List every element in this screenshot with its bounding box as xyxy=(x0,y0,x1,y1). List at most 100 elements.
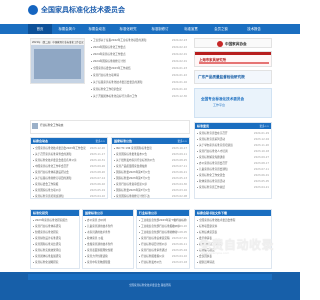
more-link[interactable]: 更多>> xyxy=(259,124,269,128)
banner-committee-platform[interactable]: 全国专业标准化技术委员会 工作平台 xyxy=(194,88,272,118)
list-item[interactable]: 家具国际标准对比研究 xyxy=(33,242,77,247)
slider-image[interactable]: 2021年（第二届）中国家具行业标准化工作会议 xyxy=(30,38,85,84)
slider-caption[interactable]: 2021年（第二届）中国家具行业标准化工作会议 xyxy=(31,39,84,45)
association-logo-icon xyxy=(217,41,223,47)
list-item[interactable]: 行业标准报批稿公示 2023-04-10 xyxy=(139,254,187,259)
list-item[interactable]: 2023年家具标准化研究报告 xyxy=(33,218,77,223)
list-item[interactable]: 家具标准宣贯工作总结 2023-04-21 xyxy=(197,185,269,190)
list-item[interactable]: 家具行业标准立项申请 2024-01-22 xyxy=(91,73,187,78)
list-item[interactable]: 家具绿色设计标准研究 xyxy=(33,236,77,241)
list-item[interactable]: 行业标准发布公告 2023-03-18 xyxy=(139,260,187,265)
panel-title: 国家标准公告 xyxy=(114,139,133,143)
list-item[interactable]: 软体家具标准宣贯活动 2023-05-05 xyxy=(197,179,269,184)
list-item[interactable]: 家具行业标准复审结论公示 2023-04-30 xyxy=(114,182,187,187)
list-item[interactable]: 标准项目建议书 xyxy=(197,224,269,229)
list-item[interactable]: 儿童家具标准宣贯会通知 2023-07-11 xyxy=(197,167,269,172)
list-item[interactable]: 家具力学性能试验 xyxy=(85,254,131,259)
panel-promotion: 标准宣贯 更多>> 家具标准宣贯会在京召开 2024-01-29 家具标准宣贯系列活… xyxy=(194,122,272,199)
more-link[interactable]: 更多>> xyxy=(95,139,105,143)
list-item[interactable]: 关于征集家具标准化技术委员会委员的通知 2024-01-16 xyxy=(91,80,187,85)
list-item[interactable]: 2024年家具标准化工作要点 2024-02-01 xyxy=(91,52,187,57)
list-item[interactable]: 关于开展团体标准化良好行为评价工作 2023-12-30 xyxy=(91,94,187,99)
list-item[interactable]: 软体家具 沙发 xyxy=(85,236,131,241)
list-item[interactable]: 行业标准项目计划公示 2023-06-11 xyxy=(139,242,187,247)
list-item[interactable]: 关于征集标准制修订项目的通知 2023-07-14 xyxy=(33,176,105,181)
nav-item-standards[interactable]: 标准制修订 xyxy=(144,24,176,34)
list-item[interactable]: 工业和信息化部行业标准报批公示 2023-09-20 xyxy=(139,224,187,229)
list-item[interactable]: 观察员申请表 xyxy=(197,260,269,265)
panel-notice: 标委会动态 更多>> 全国家具标准化技术委员会2023年工作会议 2023-12-2… xyxy=(30,137,108,199)
slider-photo xyxy=(34,49,81,79)
list-item[interactable]: 家具国家标准立项公示 2023-05-19 xyxy=(33,188,105,193)
panel-research: 标准化研究 2023年家具标准化研究报告 家具行业标准体系研究 智能家具标准化研… xyxy=(30,209,80,269)
list-item[interactable]: 家具标准化技术委员会委员名单公示 2023-10-31 xyxy=(33,158,105,163)
list-item[interactable]: 国家标准委2023年第3号公告 2023-03-16 xyxy=(114,188,187,193)
news-list: 工信部关于征集2022年工业标准化项目的通知 2024-02-23 2024年国家… xyxy=(89,38,189,118)
list-item[interactable]: 办公家具标准宣贯会召开 2023-08-17 xyxy=(197,161,269,166)
list-item[interactable]: 家具国家标准批准发布公告 2023-09-11 xyxy=(114,152,187,157)
watermark-subtext: www.example.com xyxy=(201,251,230,255)
list-item[interactable]: 家具国家标准制修订计划下达 2023-02-08 xyxy=(114,194,187,199)
list-item[interactable]: 家具标准化工作培训会议 2024-01-10 xyxy=(91,87,187,92)
list-item[interactable]: 家具团体标准发展研究 xyxy=(33,254,77,259)
list-item[interactable]: 家具标准宣贯会在京召开 2024-01-29 xyxy=(197,131,269,136)
nav-item-home[interactable]: 首页 xyxy=(28,24,52,34)
nav-item-promotion[interactable]: 标准宣贯 xyxy=(176,24,206,34)
list-item[interactable]: 家具行业标准体系研究 xyxy=(33,224,77,229)
list-item[interactable]: 金属家具通用技术条件 xyxy=(85,242,131,247)
list-item[interactable]: 智能家具标准化研究 xyxy=(33,230,77,235)
more-link[interactable]: 更多>> xyxy=(177,139,187,143)
list-item[interactable]: 家具行业标准体系建设研讨会 2023-08-20 xyxy=(33,170,105,175)
list-item[interactable]: 家具标准实施效果评估 xyxy=(33,248,77,253)
list-item[interactable]: 国家标准委2023年第8号公告 2023-06-21 xyxy=(114,170,187,175)
nav-item-reports[interactable]: 技术报告 xyxy=(236,24,272,34)
list-item[interactable]: 工业和信息化部2023年第一批行业标准 2023-10-10 xyxy=(139,218,187,223)
nav-item-members[interactable]: 会员之窗 xyxy=(206,24,236,34)
list-item[interactable]: 关于批准发布家具行业标准的公告 2023-08-25 xyxy=(114,158,187,163)
list-item[interactable]: 家具标准宣贯培训班通知 2023-04-10 xyxy=(33,194,105,199)
banner-institute[interactable]: 上海市家具研究所 xyxy=(194,51,272,67)
list-item[interactable]: 2024年国家标准化工作要点 2024-02-22 xyxy=(91,45,187,50)
list-item[interactable]: 儿童家具通用技术条件 xyxy=(85,224,131,229)
list-item[interactable]: 2024年国家标准制修订计划 2024-02-01 xyxy=(91,59,187,64)
list-item[interactable]: 家具行业标准征求意见稿 2023-07-01 xyxy=(139,236,187,241)
list-item[interactable]: 工信部关于征集2022年工业标准化项目的通知 2024-02-23 xyxy=(91,38,187,43)
banner-quality-institute[interactable]: 广东产品质量监督检验研究院 xyxy=(194,70,272,84)
list-item[interactable]: 家具行业标准审查通过 2023-05-04 xyxy=(139,248,187,253)
panel-title: 标委会动态 xyxy=(33,139,49,143)
banner-association[interactable]: 中国家具协会 xyxy=(194,38,272,48)
list-item[interactable]: 国家标准委2023年第5号公告 2023-05-13 xyxy=(114,176,187,181)
list-item[interactable]: 家具产品质量国家监督抽查 2023-07-11 xyxy=(114,164,187,169)
site-title[interactable]: 全国家具标准化技术委员会 xyxy=(41,5,125,15)
list-item[interactable]: 木家具通用技术条件 xyxy=(85,230,131,235)
footer-copyright: 全国家具标准化技术委员会 版权所有 xyxy=(128,284,172,287)
list-item[interactable]: 家具表面漆膜理化性能 xyxy=(85,248,131,253)
watermark: 免费自动收录 www.example.com xyxy=(181,234,293,260)
list-item[interactable]: ISO TC 136 家具国际标准会议 2023-10-17 xyxy=(114,146,187,151)
list-item[interactable]: 家具标准化工作交流会 2023-06-01 xyxy=(197,173,269,178)
list-item[interactable]: 家具中有害物质限量 xyxy=(85,260,131,265)
list-item[interactable]: 工业和信息化部行业标准制修订 2023-08-05 xyxy=(139,230,187,235)
list-item[interactable]: 关于举办家具标准宣贯培训班 2023-11-20 xyxy=(197,143,269,148)
logo-icon[interactable] xyxy=(28,5,38,15)
list-item[interactable]: 家具行业标准化人才培训 2023-10-18 xyxy=(197,149,269,154)
list-item[interactable]: 关于召开家具标准审查会的通知 2023-11-17 xyxy=(33,152,105,157)
list-item[interactable]: 全国家具标准化技术委员会2023年工作会议 2023-12-20 xyxy=(33,146,105,151)
panel-national-standards: 国家标准公示 办公家具 办公椅 儿童家具通用技术条件 木家具通用技术条件 软体家… xyxy=(82,209,134,269)
list-item[interactable]: 全国家具标准化技术委员会章程 xyxy=(197,218,269,223)
nav-item-news[interactable]: 标委会动态 xyxy=(82,24,112,34)
list-item[interactable]: 家具标委会工作简报 2023-06-02 xyxy=(33,182,105,187)
nav-item-research[interactable]: 标准化研究 xyxy=(112,24,144,34)
nav-item-intro[interactable]: 标委会简介 xyxy=(52,24,82,34)
panel-title: 国家标准公示 xyxy=(85,211,104,215)
list-item[interactable]: 全国家具标委会2023年工作总结 2024-01-23 xyxy=(91,66,187,71)
list-item[interactable]: 家具标准宣贯系列活动 2023-12-04 xyxy=(197,137,269,142)
list-item[interactable]: 办公家具 办公椅 xyxy=(85,218,131,223)
strip-banner[interactable]: 行业标准化工作动态 xyxy=(30,120,190,134)
site-header: 全国家具标准化技术委员会 xyxy=(0,0,300,24)
list-item[interactable]: 家具标准化战略研究 xyxy=(33,260,77,265)
banner-title: 全国专业标准化技术委员会 xyxy=(201,97,245,101)
footer-links-bar xyxy=(28,274,272,280)
list-item[interactable]: 家具标准解读专题讲座 2023-09-27 xyxy=(197,155,269,160)
list-item[interactable]: 中国家具标准化工作年会召开 2023-09-26 xyxy=(33,164,105,169)
